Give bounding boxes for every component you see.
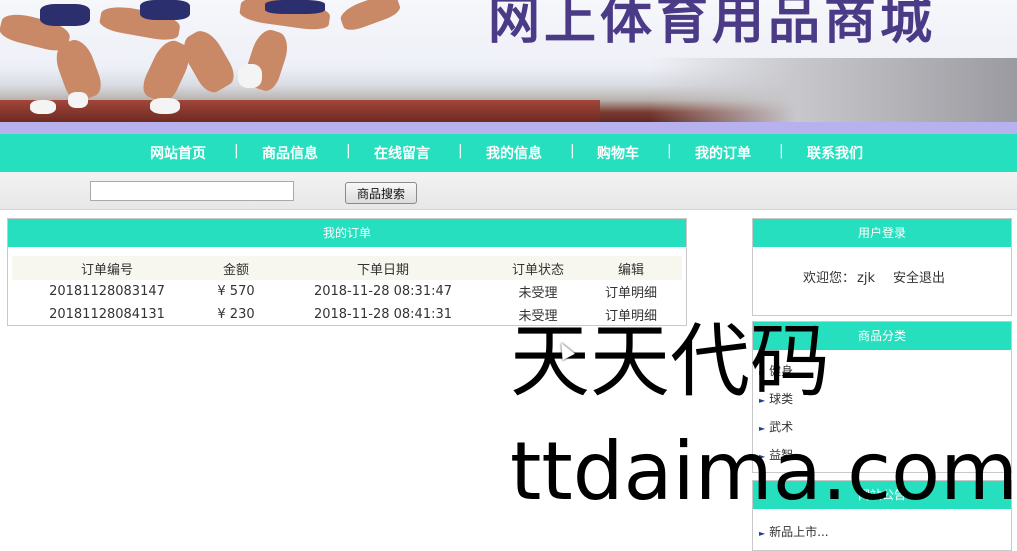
nav-separator: | [667,143,672,159]
nav-separator: | [570,143,575,159]
column-header-status: 订单状态 [496,256,580,280]
column-header-amount: 金额 [202,256,270,280]
nav-cart[interactable]: 购物车 [597,143,639,163]
nav-separator: | [346,143,351,159]
order-date: 2018-11-28 08:31:47 [313,284,453,299]
watermark-line-2: ttdaima.com [510,425,1017,518]
order-amount: ¥ 570 [217,284,255,299]
search-button[interactable]: 商品搜索 [345,182,417,204]
nav-home[interactable]: 网站首页 [150,143,206,163]
welcome-line: 欢迎您： zjk 安全退出 [803,267,945,286]
nav-separator: | [234,143,239,159]
nav-separator: | [779,143,784,159]
order-id: 20181128084131 [49,307,165,322]
header-strip [0,122,1017,134]
nav-my-info[interactable]: 我的信息 [486,143,542,163]
sprinters-image [0,0,420,122]
main-nav: 网站首页 | 商品信息 | 在线留言 | 我的信息 | 购物车 | 我的订单 |… [0,134,1017,172]
nav-messages[interactable]: 在线留言 [374,143,430,163]
logout-link[interactable]: 安全退出 [893,271,945,286]
bullet-arrow-icon: ► [759,529,766,538]
page: 网上体育用品商城 网站首页 | 商品信息 | 在线留言 | 我的信息 | 购物车… [0,0,1017,551]
site-title: 网上体育用品商城 [488,0,937,51]
watermark-line-1: 天天代码 [510,315,830,408]
search-input[interactable] [90,181,294,201]
username: zjk [857,271,875,286]
header-banner: 网上体育用品商城 [0,0,1017,122]
orders-panel-title: 我的订单 [8,219,686,247]
column-header-order-date: 下单日期 [270,256,496,280]
announcement-item[interactable]: ► 新品上市... [759,523,829,540]
stadium-background-graphic [650,58,1017,122]
welcome-label: 欢迎您： [803,271,856,286]
order-details-link[interactable]: 订单明细 [580,280,682,303]
order-amount: ¥ 230 [217,307,255,322]
orders-panel: 我的订单 订单编号 金额 下单日期 订单状态 编辑 20181128083147… [7,218,687,326]
table-header-row: 订单编号 金额 下单日期 订单状态 编辑 [12,256,682,280]
order-date: 2018-11-28 08:41:31 [313,307,453,322]
nav-products[interactable]: 商品信息 [262,143,318,163]
nav-separator: | [458,143,463,159]
column-header-edit: 编辑 [580,256,682,280]
announcement-label: 新品上市... [769,525,829,539]
nav-contact[interactable]: 联系我们 [807,143,863,163]
column-header-order-id: 订单编号 [12,256,202,280]
user-login-panel: 用户登录 欢迎您： zjk 安全退出 [752,218,1012,316]
order-status: 未受理 [518,286,558,301]
search-bar: 商品搜索 [0,172,1017,210]
order-id: 20181128083147 [49,284,165,299]
nav-my-orders[interactable]: 我的订单 [695,143,751,163]
table-row: 20181128083147 ¥ 570 2018-11-28 08:31:47… [12,280,682,303]
login-panel-title: 用户登录 [753,219,1011,247]
